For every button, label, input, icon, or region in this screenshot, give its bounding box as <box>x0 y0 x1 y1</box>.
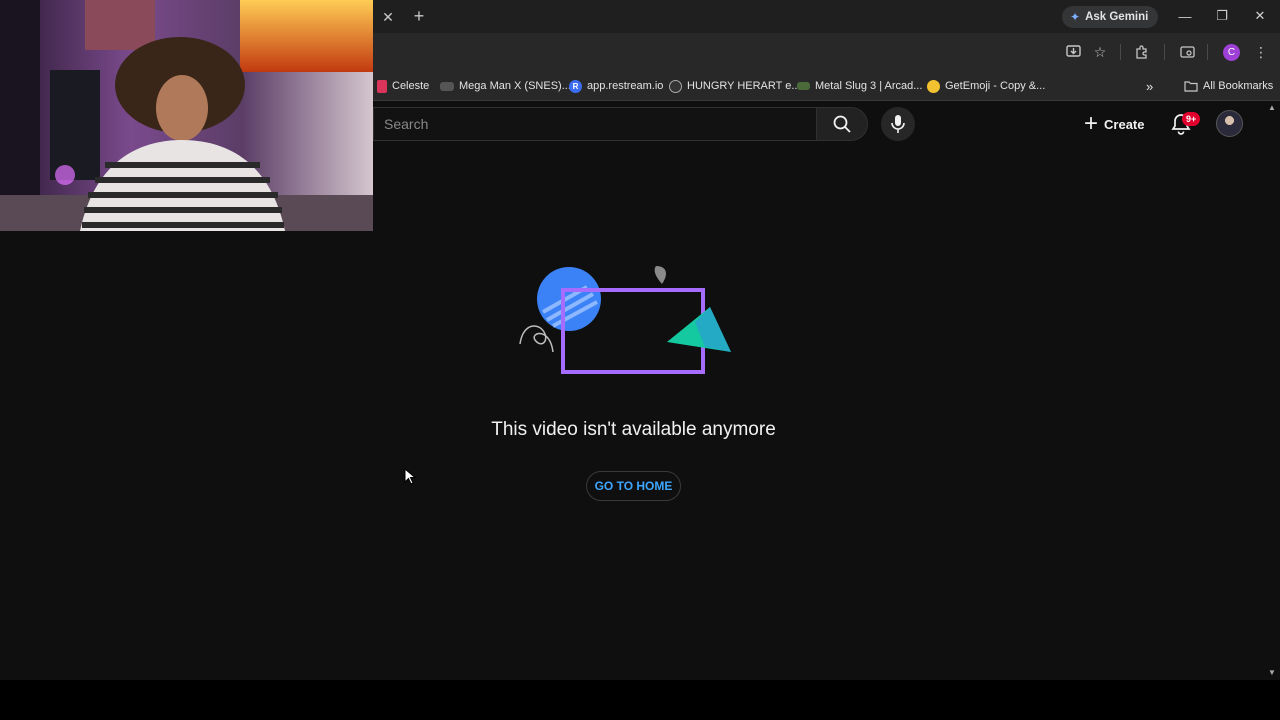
create-button[interactable]: + Create <box>1076 107 1156 141</box>
go-to-home-button[interactable]: GO TO HOME <box>586 471 681 501</box>
restream-favicon-icon: R <box>569 79 582 93</box>
toolbar-separator <box>1164 44 1165 60</box>
minimize-icon[interactable]: — <box>1173 6 1197 26</box>
bookmark-mega-man-x[interactable]: Mega Man X (SNES)... <box>440 77 571 95</box>
hungry-herart-favicon-icon <box>669 79 682 93</box>
mouse-cursor-icon <box>404 468 416 485</box>
voice-search-button[interactable] <box>881 107 915 141</box>
browser-menu-icon[interactable]: ⋮ <box>1251 42 1271 62</box>
tab-search-icon[interactable] <box>1177 42 1197 62</box>
fireplace-tv-shape <box>240 0 373 72</box>
search-box <box>373 107 816 141</box>
gemini-sparkle-icon: ✦ <box>1070 10 1081 24</box>
install-app-icon[interactable] <box>1063 42 1083 62</box>
bookmark-metal-slug-3[interactable]: Metal Slug 3 | Arcad... <box>797 77 922 95</box>
notification-badge: 9+ <box>1182 112 1201 126</box>
account-avatar[interactable] <box>1216 110 1243 137</box>
gamepad-favicon-icon <box>440 81 454 91</box>
close-window-icon[interactable]: ✕ <box>1248 6 1272 26</box>
ask-gemini-label: Ask Gemini <box>1085 11 1149 23</box>
squiggle-shape <box>519 325 554 353</box>
bookmark-restream[interactable]: R app.restream.io <box>569 77 663 95</box>
bookmark-hungry-herart[interactable]: HUNGRY HERART e... <box>669 77 801 95</box>
metal-slug-favicon-icon <box>797 82 810 90</box>
profile-avatar[interactable]: C <box>1223 44 1240 61</box>
search-button[interactable] <box>816 107 868 141</box>
purple-light-shape <box>55 165 75 185</box>
grey-drop-shape <box>654 266 667 284</box>
bookmarks-overflow-icon[interactable]: » <box>1146 77 1153 95</box>
emoji-favicon-icon <box>927 79 940 93</box>
unavailable-message: This video isn't available anymore <box>491 419 776 440</box>
celeste-favicon-icon <box>377 79 387 93</box>
search-icon <box>833 115 851 133</box>
bottom-bar <box>0 680 1280 720</box>
bookmark-getemoji[interactable]: GetEmoji - Copy &... <box>927 77 1045 95</box>
bookmark-celeste[interactable]: Celeste <box>377 77 429 95</box>
unavailable-illustration <box>519 266 731 374</box>
create-label: Create <box>1104 116 1145 132</box>
toolbar-separator <box>1120 44 1121 60</box>
webcam-overlay <box>0 0 373 231</box>
tab-close-icon[interactable]: ✕ <box>378 7 398 27</box>
all-bookmarks-button[interactable]: All Bookmarks <box>1184 77 1273 95</box>
microphone-icon <box>891 115 905 133</box>
face-shape <box>156 75 208 141</box>
scroll-down-arrow-icon[interactable]: ▼ <box>1268 668 1276 677</box>
plus-icon: + <box>1084 110 1099 137</box>
new-tab-icon[interactable]: + <box>409 6 429 26</box>
extensions-icon[interactable] <box>1132 42 1152 62</box>
toolbar-separator <box>1207 44 1208 60</box>
keyboard-stand-shape <box>50 70 100 180</box>
search-input[interactable] <box>374 108 816 140</box>
bookmark-star-icon[interactable]: ☆ <box>1090 42 1110 62</box>
restore-icon[interactable]: ❐ <box>1210 6 1234 26</box>
folder-icon <box>1184 81 1198 92</box>
scroll-up-arrow-icon[interactable]: ▲ <box>1268 103 1276 112</box>
poster-shape <box>85 0 155 50</box>
ask-gemini-button[interactable]: ✦ Ask Gemini <box>1062 6 1159 28</box>
